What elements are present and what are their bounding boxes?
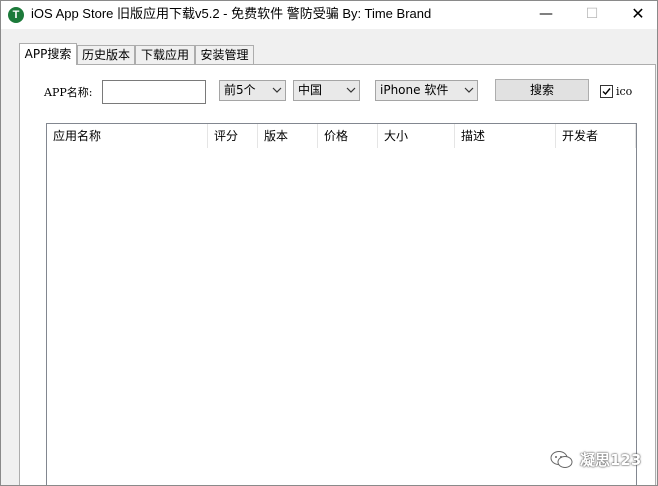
app-search-panel: APP名称: 前5个 中国 iPhone 软件 搜索 ico 应用名称 评分 版… [19, 64, 656, 485]
app-window: T iOS App Store 旧版应用下载v5.2 - 免费软件 警防受骗 B… [0, 0, 658, 486]
chevron-down-icon [272, 87, 282, 93]
region-select[interactable]: 中国 [293, 80, 360, 101]
window-title: iOS App Store 旧版应用下载v5.2 - 免费软件 警防受骗 By:… [31, 6, 432, 21]
column-divider[interactable] [635, 124, 636, 148]
chevron-down-icon [346, 87, 356, 93]
watermark-text: 凝思123 [580, 451, 642, 469]
wechat-icon [550, 451, 573, 468]
ico-checkbox-label: ico [616, 85, 633, 98]
app-name-input[interactable] [102, 80, 206, 104]
device-type-select[interactable]: iPhone 软件 [375, 80, 478, 101]
title-bar[interactable]: T iOS App Store 旧版应用下载v5.2 - 免费软件 警防受骗 B… [1, 1, 657, 29]
device-type-value: iPhone 软件 [380, 83, 449, 97]
column-header-rating[interactable]: 评分 [208, 124, 258, 148]
column-header-size[interactable]: 大小 [378, 124, 455, 148]
search-button[interactable]: 搜索 [495, 79, 589, 101]
region-value: 中国 [298, 83, 323, 97]
result-count-value: 前5个 [224, 83, 256, 97]
tab-app-search[interactable]: APP搜索 [19, 43, 77, 65]
chevron-down-icon [464, 87, 474, 93]
app-name-label: APP名称: [44, 86, 93, 99]
close-button[interactable]: ✕ [615, 1, 657, 29]
column-header-price[interactable]: 价格 [318, 124, 378, 148]
result-count-select[interactable]: 前5个 [219, 80, 286, 101]
checkmark-icon [602, 88, 611, 96]
tab-install-manager[interactable]: 安装管理 [195, 45, 254, 64]
tab-download-app[interactable]: 下载应用 [135, 45, 195, 64]
column-header-version[interactable]: 版本 [258, 124, 318, 148]
ico-checkbox[interactable] [600, 85, 613, 98]
maximize-button[interactable]: ☐ [569, 1, 615, 29]
tab-history-versions[interactable]: 历史版本 [77, 45, 135, 64]
results-listview[interactable]: 应用名称 评分 版本 价格 大小 描述 开发者 [46, 123, 637, 485]
column-header-app-name[interactable]: 应用名称 [47, 124, 209, 148]
column-header-developer[interactable]: 开发者 [556, 124, 636, 148]
minimize-button[interactable]: — [523, 1, 569, 29]
column-header-description[interactable]: 描述 [455, 124, 556, 148]
app-logo-icon: T [8, 7, 24, 23]
